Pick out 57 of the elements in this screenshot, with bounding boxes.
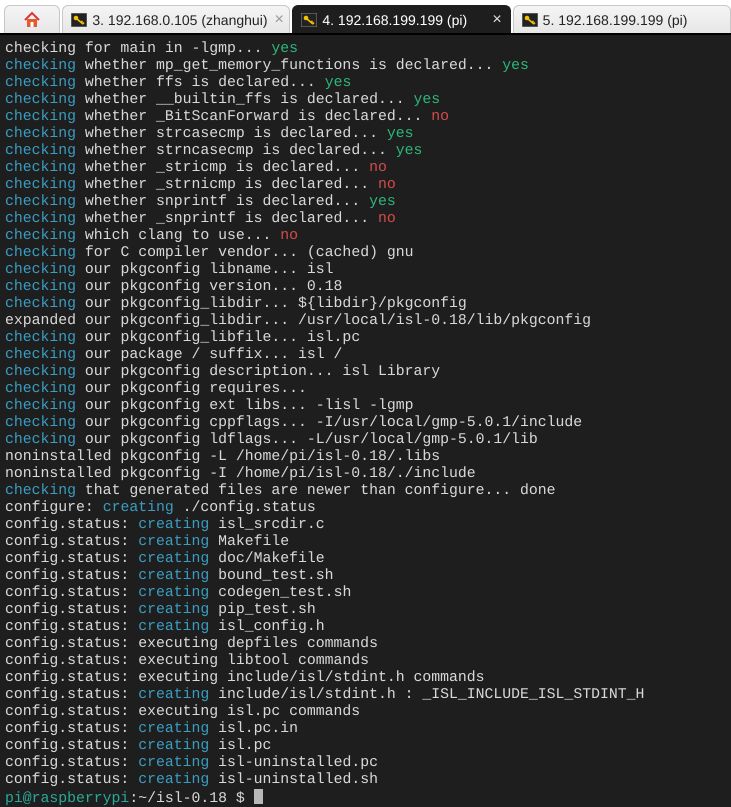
terminal-line: checking whether _snprintf is declared... no	[5, 211, 396, 228]
terminal-line: checking our pkgconfig libname... isl	[5, 262, 334, 279]
terminal-line: checking our pkgconfig version... 0.18	[5, 279, 342, 296]
terminal-line: config.status: creating isl-uninstalled.sh	[5, 772, 378, 789]
terminal-line: checking our pkgconfig ext libs... -lisl -lgmp	[5, 398, 414, 415]
session-tab[interactable]: 3. 192.168.0.105 (zhanghui) ×	[62, 5, 290, 33]
terminal-line: noninstalled pkgconfig -L /home/pi/isl-0.18/.libs	[5, 449, 440, 466]
terminal-line: noninstalled pkgconfig -I /home/pi/isl-0.18/./include	[5, 466, 476, 483]
terminal-line: config.status: executing isl.pc commands	[5, 704, 360, 721]
terminal-line: checking whether ffs is declared... yes	[5, 75, 352, 92]
terminal-line: checking whether strncasecmp is declared... yes	[5, 143, 422, 160]
terminal-line: checking whether _strnicmp is declared... no	[5, 177, 396, 194]
terminal-line: checking whether _BitScanForward is declared... no	[5, 109, 449, 126]
terminal-line: checking whether __builtin_ffs is declared... yes	[5, 92, 440, 109]
terminal-line: checking our pkgconfig_libdir... ${libdir}/pkgconfig	[5, 296, 467, 313]
key-icon	[71, 12, 88, 26]
terminal-line: config.status: creating isl-uninstalled.pc	[5, 755, 378, 772]
terminal-line: config.status: creating bound_test.sh	[5, 568, 334, 585]
terminal-line: config.status: creating isl_srcdir.c	[5, 517, 325, 534]
close-icon[interactable]: ×	[492, 10, 502, 28]
terminal-line: checking whether snprintf is declared... yes	[5, 194, 396, 211]
terminal-line: configure: creating ./config.status	[5, 500, 316, 517]
key-icon	[301, 12, 318, 26]
tab-label: 5. 192.168.199.199 (pi)	[542, 12, 688, 28]
terminal-line: checking which clang to use... no	[5, 228, 298, 245]
session-tab[interactable]: 4. 192.168.199.199 (pi) ×	[292, 5, 511, 33]
terminal-line: checking for main in -lgmp... yes	[5, 41, 298, 58]
terminal-line: checking our pkgconfig ldflags... -L/usr/local/gmp-5.0.1/lib	[5, 432, 538, 449]
terminal-line: config.status: executing libtool commands	[5, 653, 370, 670]
terminal-line: checking whether strcasecmp is declared... yes	[5, 126, 414, 143]
terminal-line: checking our pkgconfig cppflags... -I/usr/local/gmp-5.0.1/include	[5, 415, 582, 432]
terminal-line: config.status: executing depfiles commands	[5, 636, 378, 653]
terminal-line: checking for C compiler vendor... (cached) gnu	[5, 245, 414, 262]
terminal-line: checking whether mp_get_memory_functions is declared... yes	[5, 58, 529, 75]
tab-label: 4. 192.168.199.199 (pi)	[322, 12, 468, 28]
terminal-line: config.status: creating pip_test.sh	[5, 602, 316, 619]
house-icon	[23, 11, 42, 28]
terminal-line: checking that generated files are newer than configure... done	[5, 483, 556, 500]
terminal-line: checking our pkgconfig description... isl Library	[5, 364, 440, 381]
terminal-line: checking our package / suffix... isl /	[5, 347, 342, 364]
terminal-line: expanded our pkgconfig_libdir... /usr/local/isl-0.18/lib/pkgconfig	[5, 313, 592, 330]
terminal-line: checking our pkgconfig requires...	[5, 381, 307, 398]
terminal-line: config.status: creating include/isl/stdint.h : _ISL_INCLUDE_ISL_STDINT_H	[5, 687, 644, 704]
terminal-line: config.status: executing include/isl/stdint.h commands	[5, 670, 484, 687]
key-icon	[522, 12, 538, 26]
terminal-line: config.status: creating Makefile	[5, 534, 290, 551]
terminal-line: pi@raspberrypi:~/isl-0.18 $	[5, 789, 263, 806]
terminal-line: config.status: creating isl_config.h	[5, 619, 325, 636]
home-tab[interactable]	[4, 5, 60, 33]
terminal-line: config.status: creating doc/Makefile	[5, 551, 325, 568]
tab-label: 3. 192.168.0.105 (zhanghui)	[92, 12, 268, 28]
terminal-line: config.status: creating isl.pc	[5, 738, 272, 755]
terminal-line: config.status: creating isl.pc.in	[5, 721, 298, 738]
terminal-line: checking whether _stricmp is declared... no	[5, 160, 387, 177]
terminal-line: config.status: creating codegen_test.sh	[5, 585, 352, 602]
terminal-line: checking our pkgconfig_libfile... isl.pc	[5, 330, 360, 347]
session-tab[interactable]: 5. 192.168.199.199 (pi)	[512, 5, 731, 33]
